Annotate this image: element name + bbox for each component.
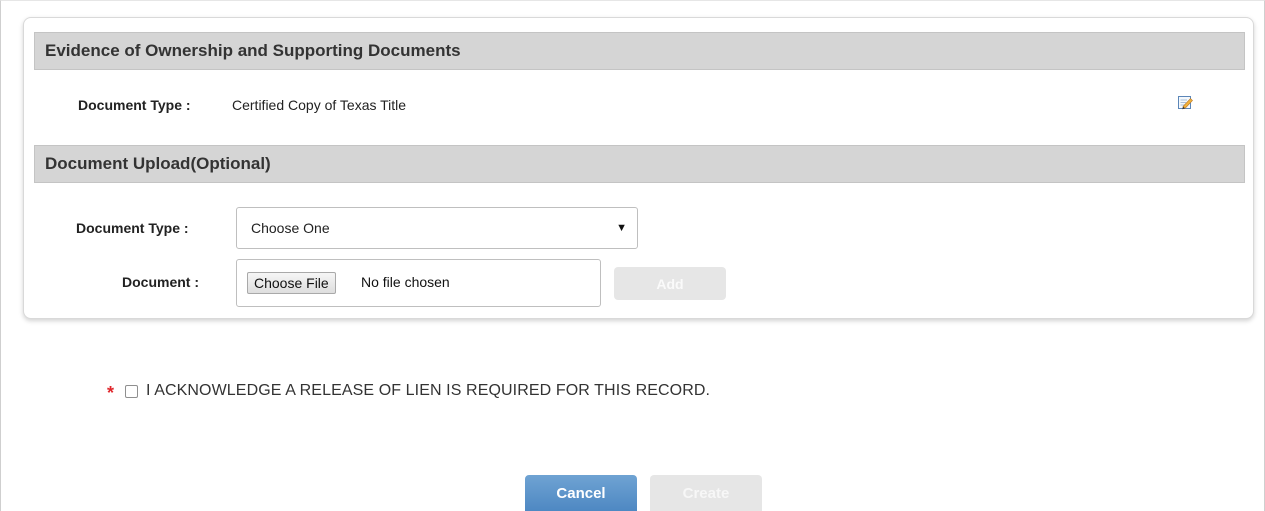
choose-file-button[interactable]: Choose File	[247, 272, 336, 294]
documents-panel: Evidence of Ownership and Supporting Doc…	[23, 17, 1254, 319]
edit-pencil-icon[interactable]	[1177, 94, 1193, 110]
acknowledge-checkbox[interactable]	[125, 384, 138, 398]
cancel-button[interactable]: Cancel	[525, 475, 637, 511]
acknowledgement-row: * I ACKNOWLEDGE A RELEASE OF LIEN IS REQ…	[107, 382, 711, 403]
ownership-document-type-label: Document Type :	[78, 97, 191, 113]
ownership-section-title: Evidence of Ownership and Supporting Doc…	[45, 41, 461, 60]
upload-document-type-label: Document Type :	[76, 220, 189, 236]
document-type-selected-value: Choose One	[251, 220, 330, 236]
add-document-button[interactable]: Add	[614, 267, 726, 300]
cancel-button-label: Cancel	[556, 485, 606, 502]
document-file-input: Choose File No file chosen	[236, 259, 601, 307]
acknowledgement-text: I ACKNOWLEDGE A RELEASE OF LIEN IS REQUI…	[146, 382, 711, 399]
create-button-label: Create	[682, 485, 730, 502]
add-button-label: Add	[656, 275, 684, 292]
file-status-text: No file chosen	[361, 274, 450, 290]
ownership-document-type-value: Certified Copy of Texas Title	[232, 97, 407, 113]
document-type-select[interactable]: Choose One ▼	[236, 207, 638, 249]
page: Evidence of Ownership and Supporting Doc…	[0, 0, 1265, 511]
dropdown-arrow-icon: ▼	[616, 222, 627, 234]
required-marker: *	[107, 383, 115, 403]
document-label: Document :	[122, 274, 199, 290]
ownership-section-header: Evidence of Ownership and Supporting Doc…	[34, 32, 1245, 70]
upload-section-header: Document Upload(Optional)	[34, 145, 1245, 183]
create-button[interactable]: Create	[650, 475, 762, 511]
upload-section-title: Document Upload(Optional)	[45, 154, 271, 173]
